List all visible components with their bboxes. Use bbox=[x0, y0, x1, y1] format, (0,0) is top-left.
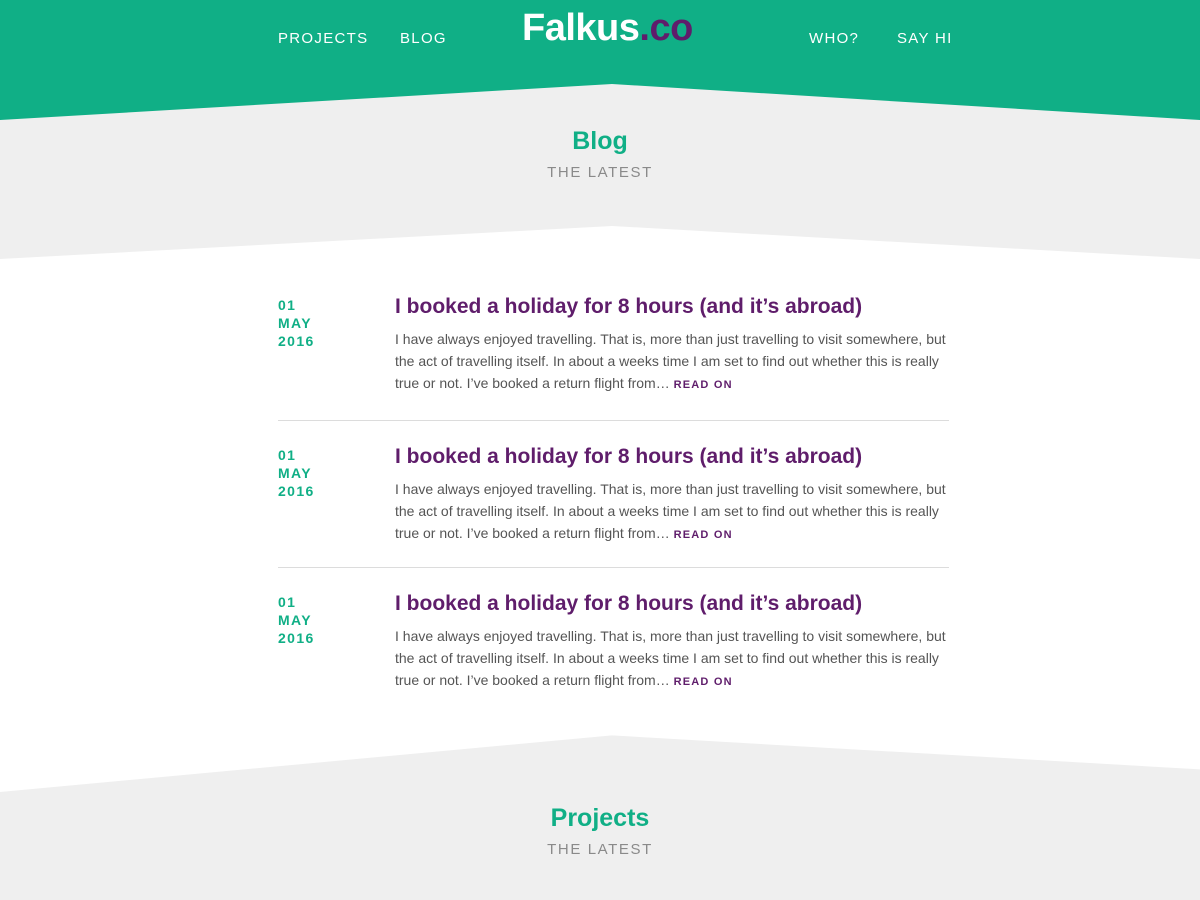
nav-projects-link[interactable]: PROJECTS bbox=[278, 30, 368, 47]
post-date-day: 01 bbox=[278, 447, 297, 463]
projects-section-title: Projects bbox=[550, 804, 650, 832]
post-date: 01 MAY 2016 bbox=[278, 446, 368, 500]
site-logo[interactable]: Falkus.co bbox=[522, 7, 693, 50]
post-divider bbox=[278, 420, 949, 421]
post-title-link[interactable]: I booked a holiday for 8 hours (and it’s… bbox=[395, 590, 951, 618]
read-on-link[interactable]: READ ON bbox=[674, 529, 733, 541]
post-excerpt: I have always enjoyed travelling. That i… bbox=[395, 478, 951, 546]
post-excerpt-text: I have always enjoyed travelling. That i… bbox=[395, 481, 946, 541]
page: PROJECTS BLOG Falkus.co WHO? SAY HI Blog… bbox=[0, 0, 1200, 900]
blog-section-heading: Blog THE LATEST bbox=[0, 127, 1200, 181]
post-body: I booked a holiday for 8 hours (and it’s… bbox=[395, 443, 951, 546]
post-excerpt-text: I have always enjoyed travelling. That i… bbox=[395, 628, 946, 688]
logo-tld: .co bbox=[639, 7, 693, 49]
post-title-link[interactable]: I booked a holiday for 8 hours (and it’s… bbox=[395, 443, 951, 471]
read-on-link[interactable]: READ ON bbox=[674, 676, 733, 688]
site-header: PROJECTS BLOG Falkus.co WHO? SAY HI bbox=[0, 0, 1200, 120]
projects-section-heading: Projects THE LATEST bbox=[0, 804, 1200, 858]
post-excerpt-text: I have always enjoyed travelling. That i… bbox=[395, 331, 946, 391]
post-date-month: MAY bbox=[278, 612, 313, 628]
nav-who-link[interactable]: WHO? bbox=[809, 30, 859, 47]
post-excerpt: I have always enjoyed travelling. That i… bbox=[395, 625, 951, 693]
post-body: I booked a holiday for 8 hours (and it’s… bbox=[395, 590, 951, 693]
post-body: I booked a holiday for 8 hours (and it’s… bbox=[395, 293, 951, 396]
post-date: 01 MAY 2016 bbox=[278, 593, 368, 647]
blog-section-title: Blog bbox=[572, 127, 628, 155]
read-on-link[interactable]: READ ON bbox=[674, 379, 733, 391]
post-date-year: 2016 bbox=[278, 483, 315, 499]
post-date-year: 2016 bbox=[278, 333, 315, 349]
post-date-month: MAY bbox=[278, 315, 313, 331]
post-divider bbox=[278, 567, 949, 568]
logo-name: Falkus bbox=[522, 7, 640, 49]
post-excerpt: I have always enjoyed travelling. That i… bbox=[395, 328, 951, 396]
post-date-month: MAY bbox=[278, 465, 313, 481]
post-date-day: 01 bbox=[278, 594, 297, 610]
nav-say-hi-link[interactable]: SAY HI bbox=[897, 30, 953, 47]
post-date-year: 2016 bbox=[278, 630, 315, 646]
post-date-day: 01 bbox=[278, 297, 297, 313]
blog-section-subtitle: THE LATEST bbox=[547, 164, 653, 181]
nav-blog-link[interactable]: BLOG bbox=[400, 30, 447, 47]
post-title-link[interactable]: I booked a holiday for 8 hours (and it’s… bbox=[395, 293, 951, 321]
post-date: 01 MAY 2016 bbox=[278, 296, 368, 350]
projects-section-subtitle: THE LATEST bbox=[547, 841, 653, 858]
